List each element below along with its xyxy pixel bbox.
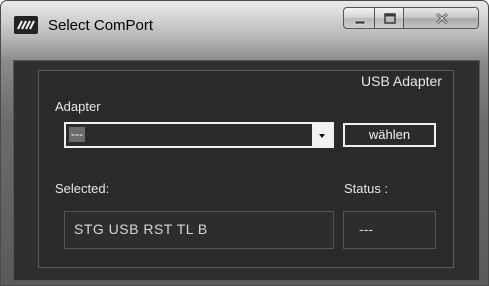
usb-adapter-panel: USB Adapter Adapter --- wählen Selected:… [38,70,454,268]
adapter-select[interactable]: --- [64,122,334,148]
dropdown-button[interactable] [312,124,332,146]
close-button[interactable] [403,7,479,29]
status-value: --- [343,211,436,249]
adapter-select-value: --- [69,127,85,142]
title-bar[interactable]: Select ComPort [1,1,488,45]
adapter-label: Adapter [55,99,101,114]
select-comport-window: Select ComPort USB Adapter Adapter --- w… [0,0,489,286]
client-area: USB Adapter Adapter --- wählen Selected:… [13,60,480,281]
minimize-icon [354,20,366,25]
selected-label: Selected: [55,181,110,196]
close-icon [436,13,448,24]
maximize-icon [384,13,396,24]
caption-buttons [343,7,480,31]
maximize-button[interactable] [374,7,404,29]
panel-header: USB Adapter [361,73,442,89]
choose-button[interactable]: wählen [343,123,436,147]
minimize-button[interactable] [343,7,375,29]
selected-value: STG USB RST TL B [64,211,334,249]
window-title: Select ComPort [48,17,154,34]
status-label: Status : [344,181,389,196]
app-logo-icon [14,16,38,34]
chevron-down-icon [319,134,325,138]
